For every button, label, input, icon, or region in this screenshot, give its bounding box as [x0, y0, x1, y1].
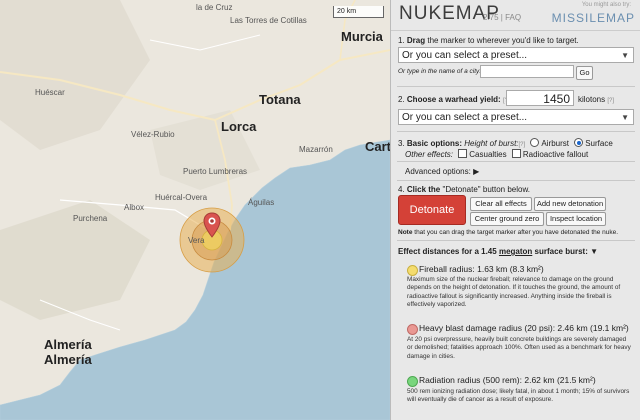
- city-label: Or type in the name of a city:: [398, 68, 482, 75]
- divider: [397, 131, 635, 132]
- blast-description: At 20 psi overpressure, heavily built co…: [407, 336, 631, 360]
- divider: [397, 161, 635, 162]
- map-view[interactable]: la de Cruz Las Torres de Cotillas Murcia…: [0, 0, 390, 420]
- add-detonation-button[interactable]: Add new detonation: [534, 197, 606, 211]
- casualties-checkbox[interactable]: [458, 149, 468, 158]
- map-scale: 20 km: [333, 6, 384, 18]
- surface-radio[interactable]: [574, 138, 584, 147]
- place-murcia: Murcia: [341, 29, 383, 44]
- step3-options: 3. Basic options: Height of burst:[?] Ai…: [398, 138, 613, 148]
- clear-all-button[interactable]: Clear all effects: [470, 197, 532, 211]
- fallout-checkbox[interactable]: [511, 149, 521, 158]
- note-text: Note that you can drag the target marker…: [398, 229, 619, 236]
- effects-title[interactable]: Effect distances for a 1.45 megaton surf…: [398, 247, 598, 256]
- advanced-options-toggle[interactable]: Advanced options: ▶: [405, 167, 479, 176]
- step1-instruction: 1. Drag the marker to wherever you'd lik…: [398, 36, 579, 45]
- go-button[interactable]: Go: [576, 66, 593, 80]
- radiation-description: 500 rem ionizing radiation dose; likely …: [407, 388, 630, 404]
- inspect-location-button[interactable]: Inspect location: [546, 212, 606, 226]
- fireball-radius-heading: Fireball radius: 1.63 km (8.3 km²): [419, 264, 544, 274]
- place-las-torres: Las Torres de Cotillas: [230, 16, 307, 25]
- missilemap-link[interactable]: MISSILEMAP: [552, 11, 635, 25]
- radiation-color-dot: [407, 376, 418, 387]
- place-totana: Totana: [259, 92, 301, 107]
- triangle-down-icon: ▼: [590, 247, 599, 256]
- place-vera: Vera: [188, 236, 205, 245]
- place-puerto-lumbreras: Puerto Lumbreras: [183, 167, 248, 176]
- place-almeria: Almería: [44, 337, 92, 352]
- divider: [397, 180, 635, 181]
- panel-header: NUKEMAP 2.75 | FAQ You might also try: M…: [391, 0, 640, 31]
- fireball-description: Maximum size of the nuclear fireball; re…: [407, 276, 621, 309]
- version-faq: 2.75 | FAQ: [483, 13, 522, 22]
- other-effects: Other effects: Casualties Radioactive fa…: [405, 149, 589, 159]
- control-panel: NUKEMAP 2.75 | FAQ You might also try: M…: [390, 0, 640, 420]
- place-velez-rubio: Vélez-Rubio: [131, 130, 175, 139]
- place-aguilas: Águilas: [248, 198, 275, 207]
- yield-unit: kilotons [?]: [578, 95, 615, 104]
- place-mazarron: Mazarrón: [299, 145, 333, 154]
- chevron-down-icon: ▼: [621, 51, 629, 60]
- place-lorca: Lorca: [221, 119, 257, 134]
- target-preset-select[interactable]: Or you can select a preset... ▼: [398, 47, 634, 63]
- place-la-de-cruz: la de Cruz: [196, 3, 233, 12]
- divider: [397, 240, 635, 241]
- place-cart: Cart: [365, 139, 390, 154]
- yield-input[interactable]: 1450: [506, 90, 574, 106]
- chevron-down-icon: ▼: [621, 113, 629, 122]
- detonate-button[interactable]: Detonate: [398, 195, 466, 225]
- airburst-radio[interactable]: [530, 138, 540, 147]
- triangle-right-icon: ▶: [473, 167, 480, 176]
- radiation-radius-heading: Radiation radius (500 rem): 2.62 km (21.…: [419, 375, 596, 385]
- step2-instruction: 2. Choose a warhead yield: [?]: [398, 95, 510, 104]
- faq-link[interactable]: FAQ: [505, 13, 521, 22]
- yield-preset-select[interactable]: Or you can select a preset... ▼: [398, 109, 634, 125]
- city-input[interactable]: [480, 65, 574, 78]
- blast-radius-heading: Heavy blast damage radius (20 psi): 2.46…: [419, 323, 629, 333]
- place-huescar: Huéscar: [35, 88, 65, 97]
- fireball-color-dot: [407, 265, 418, 276]
- step4-instruction: 4. Click the "Detonate" button below.: [398, 185, 531, 194]
- place-huercal-overa: Huércal-Overa: [155, 193, 208, 202]
- blast-color-dot: [407, 324, 418, 335]
- place-almeria-2: Almería: [44, 352, 92, 367]
- center-ground-zero-button[interactable]: Center ground zero: [470, 212, 544, 226]
- divider: [397, 86, 635, 87]
- also-try-label: You might also try:: [581, 2, 631, 8]
- place-purchena: Purchena: [73, 214, 108, 223]
- place-albox: Albox: [124, 203, 145, 212]
